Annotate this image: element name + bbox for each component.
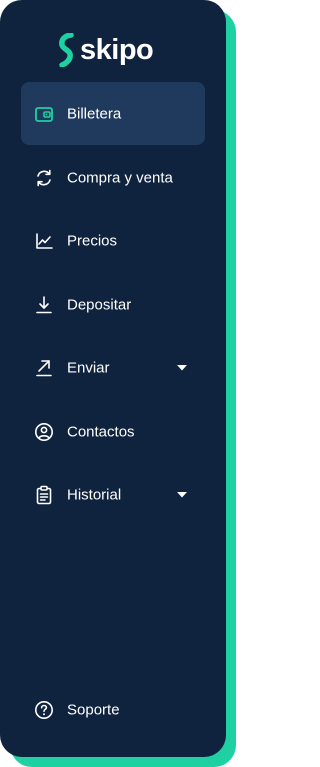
- sidebar: skipo Billetera Compra y venta Precios D…: [0, 0, 226, 757]
- sidebar-item-label: Soporte: [67, 701, 120, 718]
- sidebar-item-label: Depositar: [67, 296, 132, 313]
- sidebar-item-compra-y-venta[interactable]: Compra y venta: [21, 146, 205, 209]
- sidebar-item-label: Compra y venta: [67, 169, 173, 186]
- sidebar-item-label: Billetera: [67, 105, 122, 122]
- download-icon: [34, 295, 54, 315]
- chevron-down-icon[interactable]: [176, 364, 188, 372]
- sidebar-item-soporte[interactable]: Soporte: [21, 678, 205, 741]
- sidebar-item-label: Precios: [67, 232, 118, 249]
- nav-menu: Billetera Compra y venta Precios Deposit…: [0, 0, 226, 757]
- chart-icon: [34, 231, 54, 251]
- wallet-icon: [34, 104, 54, 124]
- sidebar-item-label: Enviar: [67, 359, 110, 376]
- refresh-icon: [34, 168, 54, 188]
- user-circle-icon: [34, 422, 54, 442]
- sidebar-item-contactos[interactable]: Contactos: [21, 400, 205, 463]
- sidebar-item-billetera[interactable]: Billetera: [21, 82, 205, 145]
- sidebar-item-historial[interactable]: Historial: [21, 463, 205, 526]
- clipboard-icon: [34, 485, 54, 505]
- chevron-down-icon[interactable]: [176, 491, 188, 499]
- sidebar-item-enviar[interactable]: Enviar: [21, 336, 205, 399]
- sidebar-item-label: Historial: [67, 486, 122, 503]
- arrow-up-right-icon: [34, 358, 54, 378]
- sidebar-item-precios[interactable]: Precios: [21, 209, 205, 272]
- sidebar-item-depositar[interactable]: Depositar: [21, 273, 205, 336]
- help-circle-icon: [34, 700, 54, 720]
- sidebar-item-label: Contactos: [67, 423, 135, 440]
